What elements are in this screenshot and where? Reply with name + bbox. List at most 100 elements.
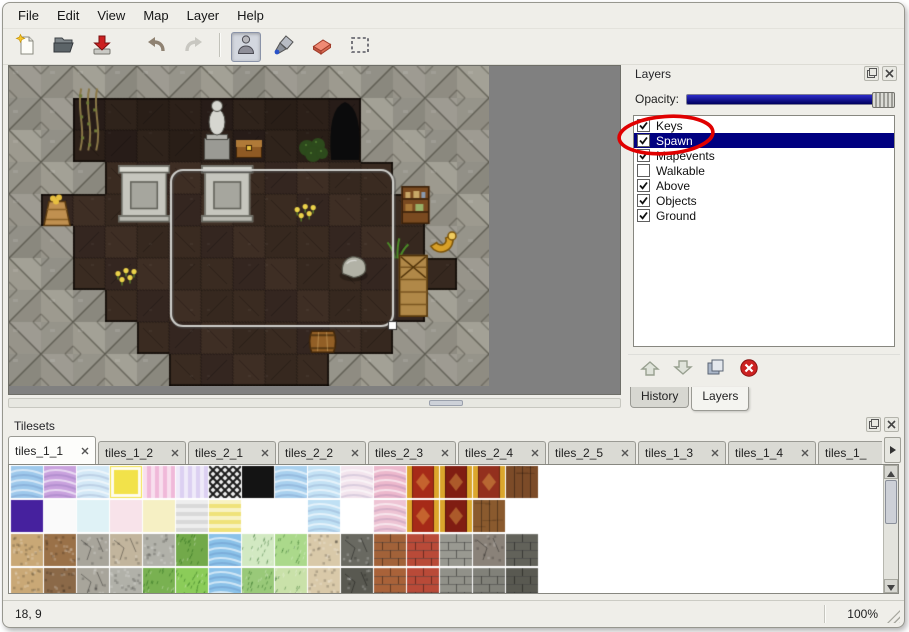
close-tab-icon[interactable] <box>801 449 809 457</box>
tab-label: tiles_1_ <box>825 446 866 460</box>
app-window: FileEditViewMapLayerHelp Layers Opacity:… <box>2 2 905 628</box>
tileset-tab-tiles_1_1[interactable]: tiles_1_1 <box>8 436 96 464</box>
dock-tab-layers[interactable]: Layers <box>691 387 749 411</box>
delete-layer-button[interactable] <box>736 357 762 381</box>
undo-button[interactable] <box>141 32 171 62</box>
layer-name: Walkable <box>656 164 705 178</box>
scroll-down-button[interactable] <box>884 579 898 593</box>
raise-layer-button[interactable] <box>637 357 663 381</box>
close-tab-icon[interactable] <box>351 449 359 457</box>
save-map-button[interactable] <box>87 32 117 62</box>
cursor-coordinates: 18, 9 <box>15 607 42 621</box>
scroll-right-icon <box>889 443 897 458</box>
close-tab-icon[interactable] <box>81 447 89 455</box>
opacity-slider[interactable] <box>686 94 895 105</box>
tab-scroll-right-button[interactable] <box>884 437 901 463</box>
tileset-tab-tiles_2_1[interactable]: tiles_2_1 <box>188 441 276 464</box>
tab-label: tiles_2_5 <box>555 446 603 460</box>
tileset-tab-tiles_2_4[interactable]: tiles_2_4 <box>458 441 546 464</box>
layer-name: Objects <box>656 194 697 208</box>
close-tab-icon[interactable] <box>531 449 539 457</box>
close-tab-icon[interactable] <box>711 449 719 457</box>
undo-icon <box>144 33 168 60</box>
opacity-slider-handle[interactable] <box>872 92 895 108</box>
opacity-label: Opacity: <box>635 92 679 106</box>
close-tab-icon[interactable] <box>261 449 269 457</box>
tileset-tab-tiles_2_2[interactable]: tiles_2_2 <box>278 441 366 464</box>
redo-button[interactable] <box>179 32 209 62</box>
layer-row-keys[interactable]: Keys <box>634 118 894 133</box>
panel-close-button[interactable] <box>882 66 897 81</box>
eraser-tool-button[interactable] <box>307 32 337 62</box>
layer-visibility-checkbox[interactable] <box>637 209 650 222</box>
scrollbar-thumb[interactable] <box>429 400 463 406</box>
layer-visibility-checkbox[interactable] <box>637 149 650 162</box>
menu-view[interactable]: View <box>88 5 134 26</box>
paint-icon <box>272 33 296 60</box>
statusbar: 18, 9 100% <box>3 600 904 627</box>
paint-tool-button[interactable] <box>269 32 299 62</box>
save-icon <box>90 33 114 60</box>
select-tool-button[interactable] <box>345 32 375 62</box>
zoom-level: 100% <box>847 607 878 621</box>
layer-row-spawn[interactable]: Spawn <box>634 133 894 148</box>
tileset-canvas[interactable] <box>10 465 884 593</box>
tab-label: tiles_2_4 <box>465 446 513 460</box>
layer-visibility-checkbox[interactable] <box>637 134 650 147</box>
tileset-tab-tiles_1_[interactable]: tiles_1_ <box>818 441 882 464</box>
menu-file[interactable]: File <box>9 5 48 26</box>
scrollbar-thumb[interactable] <box>885 480 897 524</box>
tileset-tab-tiles_1_4[interactable]: tiles_1_4 <box>728 441 816 464</box>
map-canvas[interactable] <box>9 66 489 386</box>
tileset-tab-tiles_1_2[interactable]: tiles_1_2 <box>98 441 186 464</box>
panel-close-button[interactable] <box>884 417 899 432</box>
menu-map[interactable]: Map <box>134 5 177 26</box>
layer-visibility-checkbox[interactable] <box>637 194 650 207</box>
map-viewport[interactable] <box>8 65 621 395</box>
tab-label: tiles_1_2 <box>105 446 153 460</box>
tab-label: tiles_1_1 <box>15 444 63 458</box>
layer-visibility-checkbox[interactable] <box>637 119 650 132</box>
eraser-icon <box>310 33 334 60</box>
tileset-tabs: tiles_1_1tiles_1_2tiles_2_1tiles_2_2tile… <box>8 435 882 464</box>
tileset-palette[interactable] <box>8 464 899 594</box>
close-icon <box>887 417 896 432</box>
layer-row-walkable[interactable]: Walkable <box>634 163 894 178</box>
toolbar <box>3 29 904 65</box>
map-horizontal-scrollbar[interactable] <box>8 398 621 408</box>
layer-visibility-checkbox[interactable] <box>637 164 650 177</box>
float-icon <box>869 417 879 432</box>
layer-list: KeysSpawnMapeventsWalkableAboveObjectsGr… <box>633 115 895 347</box>
lower-layer-button[interactable] <box>670 357 696 381</box>
tilesets-panel-titlebar: Tilesets <box>6 417 901 434</box>
toolbar-separator <box>219 33 221 57</box>
layer-row-mapevents[interactable]: Mapevents <box>634 148 894 163</box>
tileset-tab-tiles_2_5[interactable]: tiles_2_5 <box>548 441 636 464</box>
layer-name: Above <box>656 179 690 193</box>
dock-tab-history[interactable]: History <box>630 387 689 408</box>
raise-layer-icon <box>639 358 661 381</box>
layer-row-ground[interactable]: Ground <box>634 208 894 223</box>
panel-float-button[interactable] <box>866 417 881 432</box>
palette-vertical-scrollbar[interactable] <box>883 465 898 593</box>
duplicate-layer-button[interactable] <box>703 357 729 381</box>
resize-grip[interactable] <box>887 610 900 623</box>
scroll-up-button[interactable] <box>884 465 898 479</box>
tileset-tab-tiles_1_3[interactable]: tiles_1_3 <box>638 441 726 464</box>
layer-row-objects[interactable]: Objects <box>634 193 894 208</box>
layer-row-above[interactable]: Above <box>634 178 894 193</box>
tileset-tab-tiles_2_3[interactable]: tiles_2_3 <box>368 441 456 464</box>
menu-help[interactable]: Help <box>228 5 273 26</box>
tilesets-panel-title: Tilesets <box>14 419 55 433</box>
panel-float-button[interactable] <box>864 66 879 81</box>
close-tab-icon[interactable] <box>621 449 629 457</box>
close-tab-icon[interactable] <box>441 449 449 457</box>
entity-tool-button[interactable] <box>231 32 261 62</box>
layer-visibility-checkbox[interactable] <box>637 179 650 192</box>
open-map-button[interactable] <box>49 32 79 62</box>
menu-edit[interactable]: Edit <box>48 5 88 26</box>
tab-label: tiles_1_4 <box>735 446 783 460</box>
new-map-button[interactable] <box>11 32 41 62</box>
menu-layer[interactable]: Layer <box>178 5 229 26</box>
close-tab-icon[interactable] <box>171 449 179 457</box>
